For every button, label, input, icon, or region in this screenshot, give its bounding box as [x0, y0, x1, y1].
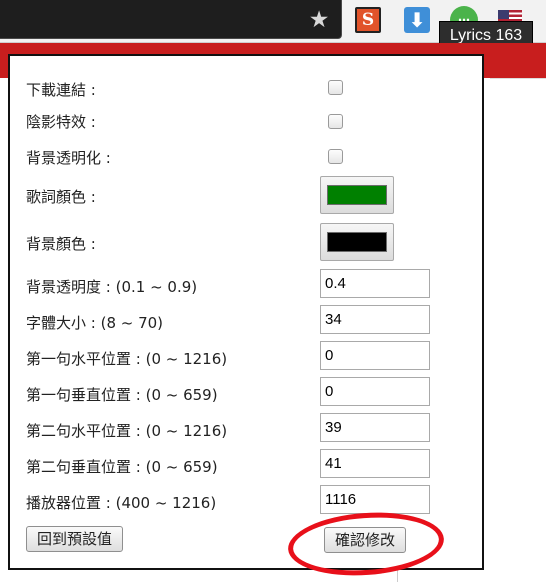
bg-transparent-checkbox[interactable]	[328, 149, 343, 164]
line1-x-label: 第一句水平位置 : (0 ~ 1216)	[26, 350, 228, 368]
bg-transparent-label: 背景透明化 :	[26, 149, 111, 167]
settings-popup: 下載連結 : 陰影特效 : 背景透明化 : 歌詞顏色 : 背景顏色 : 背景透明…	[8, 54, 484, 570]
line2-x-input[interactable]	[320, 413, 430, 442]
line2-y-input[interactable]	[320, 449, 430, 478]
download-link-checkbox[interactable]	[328, 80, 343, 95]
shadow-effect-label: 陰影特效 :	[26, 113, 96, 131]
font-size-input[interactable]	[320, 305, 430, 334]
bg-color-label: 背景顏色 :	[26, 235, 96, 253]
download-icon[interactable]: ⬇	[404, 7, 430, 33]
line1-y-input[interactable]	[320, 377, 430, 406]
bg-color-picker[interactable]	[320, 223, 394, 261]
player-pos-input[interactable]	[320, 485, 430, 514]
lyric-color-swatch	[327, 185, 387, 205]
line2-y-label: 第二句垂直位置 : (0 ~ 659)	[26, 458, 218, 476]
line2-x-label: 第二句水平位置 : (0 ~ 1216)	[26, 422, 228, 440]
font-size-label: 字體大小 : (8 ~ 70)	[26, 314, 164, 332]
address-bar[interactable]	[0, 0, 342, 39]
bg-color-swatch	[327, 232, 387, 252]
page-divider	[490, 78, 546, 79]
player-pos-label: 播放器位置 : (400 ~ 1216)	[26, 494, 217, 512]
lyric-color-label: 歌詞顏色 :	[26, 188, 96, 206]
bg-opacity-label: 背景透明度 : (0.1 ~ 0.9)	[26, 278, 198, 296]
lyric-color-picker[interactable]	[320, 176, 394, 214]
s-extension-icon[interactable]: S	[355, 7, 381, 33]
bg-opacity-input[interactable]	[320, 269, 430, 298]
reset-defaults-button[interactable]: 回到預設值	[26, 526, 124, 552]
shadow-effect-checkbox[interactable]	[328, 114, 343, 129]
download-link-label: 下載連結 :	[26, 81, 96, 99]
bookmark-star-icon[interactable]: ★	[307, 8, 331, 32]
line1-y-label: 第一句垂直位置 : (0 ~ 659)	[26, 386, 218, 404]
line1-x-input[interactable]	[320, 341, 430, 370]
